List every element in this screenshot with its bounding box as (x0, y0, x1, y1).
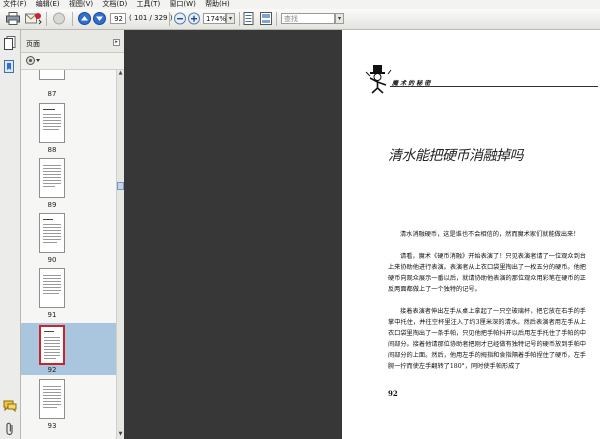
header-rule (390, 86, 598, 87)
fit-width-icon[interactable] (260, 12, 272, 25)
chapter-title: 清水能把硬币消融掉吗 (388, 148, 524, 164)
document-page[interactable]: 魔 术 的 秘 密 清水能把硬币消融掉吗 清水消融硬币，这是谁也不会相信的，然而… (342, 30, 600, 439)
page-footer-number: 92 (388, 389, 398, 398)
zoom-out-icon[interactable] (174, 12, 186, 25)
scroll-up-arrow-icon[interactable]: ▲ (117, 70, 124, 77)
pages-panel: 页面 ▸ 87 88 89 90 91 92 93 ▲ ▼ (21, 30, 124, 439)
fit-page-icon[interactable] (243, 12, 254, 25)
menu-help[interactable]: 帮助(H) (205, 0, 230, 9)
options-gear-icon[interactable] (25, 55, 41, 66)
thumbnail-label: 93 (47, 422, 57, 430)
bookmarks-panel-icon[interactable] (4, 60, 16, 74)
page-thumbnail[interactable] (39, 70, 65, 80)
menu-file[interactable]: 文件(F) (3, 0, 27, 9)
pages-panel-title: 页面 (26, 40, 40, 48)
thumbnail-label: 92 (47, 366, 57, 374)
page-number-input[interactable]: 92 (110, 13, 126, 24)
page-thumbnail-selected[interactable] (39, 325, 65, 365)
page-thumbnail[interactable] (39, 379, 65, 419)
page-thumbnail[interactable] (39, 103, 65, 143)
selected-thumbnail-highlight (21, 323, 116, 375)
menu-document[interactable]: 文档(D) (102, 0, 127, 9)
body-paragraph: 请看，魔术《硬币消融》开始表演了！只见表演者请了一位观众到台上来协助他进行表演。… (388, 253, 586, 293)
body-paragraph: 清水消融硬币，这是谁也不会相信的，然而魔术家们就能做出来！ (400, 231, 580, 238)
zoom-level-input[interactable]: 174% (203, 13, 226, 24)
pages-panel-options (21, 53, 124, 70)
menu-edit[interactable]: 编辑(E) (36, 0, 60, 9)
page-thumbnail[interactable] (39, 158, 65, 198)
print-icon[interactable] (6, 12, 20, 25)
thumbnail-label: 88 (47, 146, 57, 154)
page-thumbnail[interactable] (39, 268, 65, 308)
toolbar-separator (169, 12, 170, 26)
thumbnail-list: 87 88 89 90 91 92 93 (21, 70, 116, 439)
menu-tools[interactable]: 工具(T) (136, 0, 160, 9)
search-input[interactable]: 查找 (281, 13, 335, 24)
menu-window[interactable]: 窗口(W) (169, 0, 195, 9)
scroll-down-arrow-icon[interactable]: ▼ (117, 431, 124, 438)
previous-page-icon[interactable] (78, 12, 91, 25)
toolbar: 92 ( 101 / 329 ) 174% ▾ 查找 ▾ (0, 9, 600, 30)
toolbar-separator (72, 12, 73, 26)
thumbnail-scrollbar[interactable]: ▲ ▼ (116, 70, 124, 439)
thumbnail-label: 89 (47, 201, 57, 209)
search-dropdown-chevron-icon[interactable]: ▾ (335, 13, 344, 24)
email-icon[interactable] (25, 12, 42, 25)
comments-icon[interactable] (3, 400, 17, 412)
pages-panel-header: 页面 ▸ (21, 30, 124, 53)
attachment-icon[interactable] (5, 422, 15, 436)
pages-panel-icon[interactable] (4, 36, 16, 50)
next-page-icon[interactable] (93, 12, 106, 25)
hand-tool-icon[interactable] (52, 12, 66, 25)
thumbnail-label: 87 (47, 90, 57, 98)
magician-illustration-icon (365, 65, 392, 94)
toolbar-separator (46, 12, 47, 26)
toolbar-separator (276, 12, 277, 26)
body-paragraph: 接着表演者伸出左手从桌上拿起了一只空玻璃杯，把它放在右手的手掌中托住，并往空杯里… (388, 308, 586, 370)
zoom-in-icon[interactable] (188, 12, 200, 25)
scrollbar-thumb[interactable] (117, 182, 124, 190)
thumbnail-label: 91 (47, 311, 57, 319)
toolbar-separator (239, 12, 240, 26)
zoom-dropdown-chevron-icon[interactable]: ▾ (226, 13, 235, 24)
page-count: ( 101 / 329 ) (129, 14, 173, 22)
menu-bar: 文件(F) 编辑(E) 视图(V) 文档(D) 工具(T) 窗口(W) 帮助(H… (0, 0, 600, 9)
page-thumbnail[interactable] (39, 213, 65, 253)
document-canvas (124, 30, 342, 439)
menu-view[interactable]: 视图(V) (69, 0, 93, 9)
thumbnail-label: 90 (47, 256, 57, 264)
navigation-strip (0, 30, 21, 439)
panel-menu-chevron-icon[interactable]: ▸ (113, 39, 120, 46)
